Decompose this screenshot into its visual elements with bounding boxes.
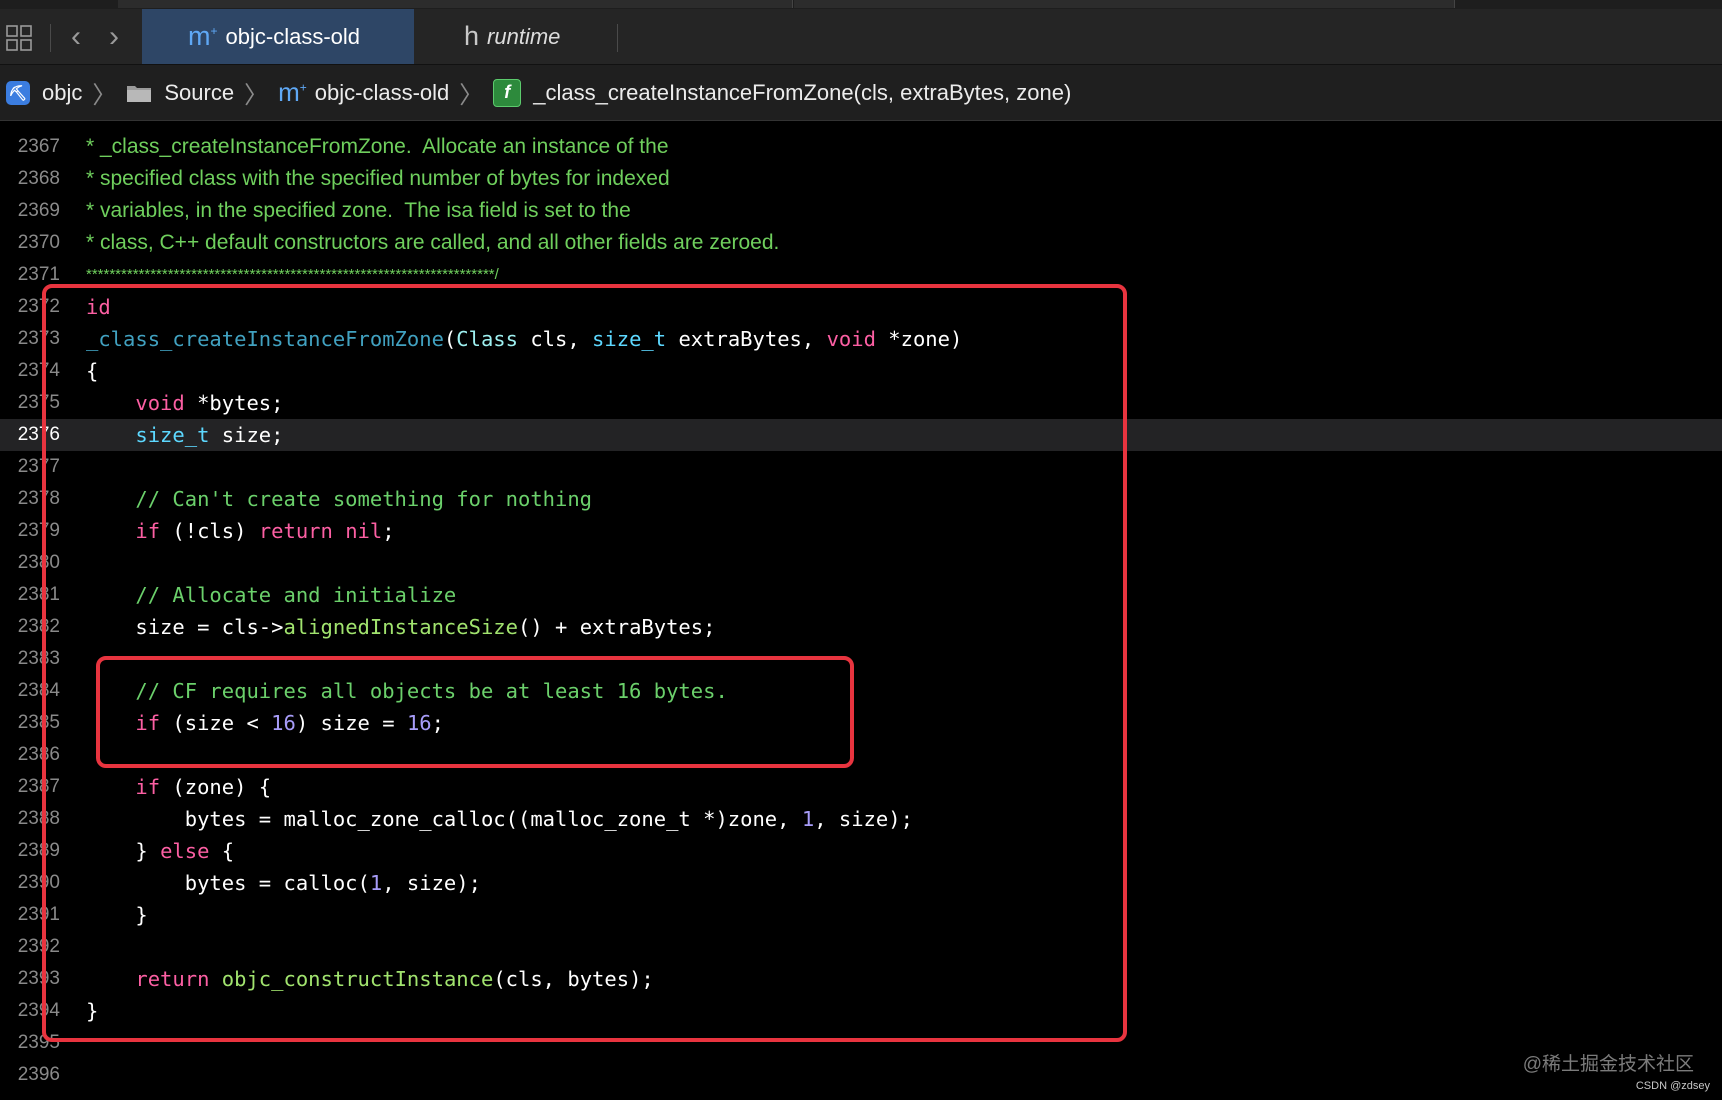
app-project-icon: ⛏ bbox=[6, 80, 30, 105]
code-line: 2396 bbox=[0, 1059, 1722, 1091]
h-file-icon: h bbox=[464, 21, 480, 51]
breadcrumb-item-file[interactable]: m+ objc-class-old bbox=[278, 77, 449, 108]
line-number: 2396 bbox=[17, 1064, 60, 1085]
code-line: 2368 * specified class with the specified… bbox=[0, 163, 1722, 195]
m-plus-file-icon: m+ bbox=[188, 21, 218, 51]
tab-runtime[interactable]: h runtime bbox=[452, 9, 622, 64]
highlight-box-min-size bbox=[96, 656, 854, 768]
code-text: * _class_createInstanceFromZone. Allocat… bbox=[86, 135, 669, 158]
tab-bar-divider bbox=[617, 24, 618, 52]
tab-bar: ‹ › m+ objc-class-old h runtime bbox=[0, 9, 1722, 65]
credit-label: CSDN @zdsey bbox=[1635, 1080, 1710, 1092]
line-number: 2369 bbox=[17, 200, 60, 221]
m-plus-file-icon: m+ bbox=[278, 77, 307, 107]
grid-layout-icon[interactable] bbox=[6, 25, 32, 51]
back-chevron-icon[interactable]: ‹ bbox=[62, 21, 90, 53]
breadcrumb-item-source[interactable]: Source bbox=[126, 80, 234, 106]
code-text: * class, C++ default constructors are ca… bbox=[86, 231, 780, 254]
code-line: 2370 * class, C++ default constructors ar… bbox=[0, 227, 1722, 259]
breadcrumb-item-objc[interactable]: ⛏ objc bbox=[0, 80, 82, 106]
tab-objc-class-old[interactable]: m+ objc-class-old bbox=[142, 9, 414, 64]
line-number: 2367 bbox=[17, 136, 60, 157]
line-number: 2368 bbox=[17, 168, 60, 189]
tab-label: objc-class-old bbox=[225, 23, 361, 49]
line-number: 2370 bbox=[17, 232, 60, 253]
breadcrumb-label: _class_createInstanceFromZone(cls, extra… bbox=[533, 79, 1072, 105]
breadcrumb-label: Source bbox=[164, 79, 235, 105]
breadcrumb: ⛏ objc 〉 Source 〉 m+ objc-class-old 〉 f … bbox=[0, 65, 1722, 121]
code-line: 2369 * variables, in the specified zone. … bbox=[0, 195, 1722, 227]
folder-icon bbox=[127, 85, 152, 102]
breadcrumb-chevron-icon: 〉 bbox=[459, 82, 484, 109]
tab-label: runtime bbox=[487, 23, 561, 49]
breadcrumb-chevron-icon: 〉 bbox=[92, 82, 117, 109]
code-text: * variables, in the specified zone. The … bbox=[86, 199, 631, 222]
window-top-strip bbox=[0, 0, 1722, 9]
code-text: * specified class with the specified num… bbox=[86, 167, 670, 190]
forward-chevron-icon[interactable]: › bbox=[100, 21, 128, 53]
top-strip-segment bbox=[794, 0, 1455, 8]
breadcrumb-label: objc-class-old bbox=[314, 79, 450, 105]
top-strip-segment bbox=[118, 0, 793, 8]
watermark: @稀土掘金技术社区 bbox=[1522, 1054, 1694, 1075]
tab-bar-divider bbox=[50, 24, 51, 52]
breadcrumb-label: objc bbox=[42, 79, 83, 105]
function-icon: f bbox=[493, 78, 522, 107]
breadcrumb-item-function[interactable]: f _class_createInstanceFromZone(cls, ext… bbox=[493, 78, 1072, 107]
breadcrumb-chevron-icon: 〉 bbox=[244, 82, 269, 109]
code-line: 2367 * _class_createInstanceFromZone. All… bbox=[0, 131, 1722, 163]
